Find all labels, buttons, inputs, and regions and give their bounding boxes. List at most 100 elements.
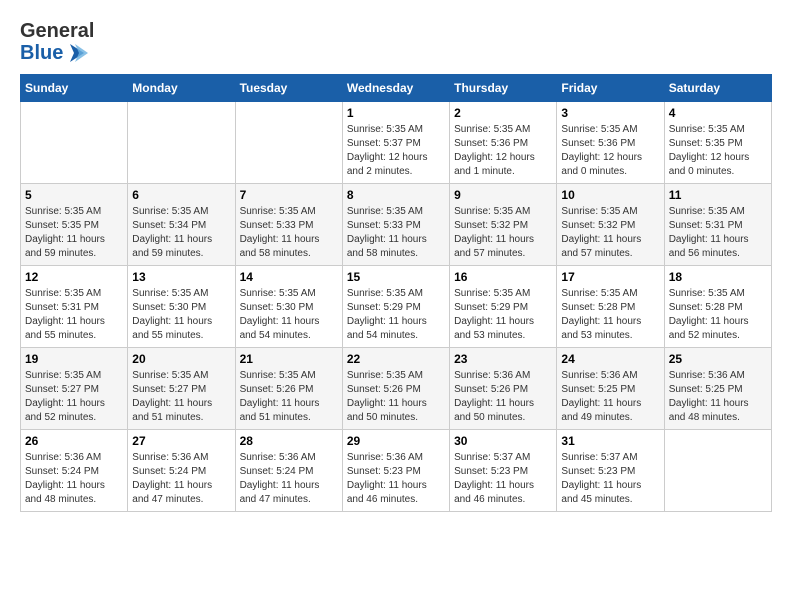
day-info: Sunrise: 5:37 AM Sunset: 5:23 PM Dayligh… <box>561 451 659 507</box>
day-number: 11 <box>669 188 767 202</box>
calendar-header-row: SundayMondayTuesdayWednesdayThursdayFrid… <box>21 75 772 102</box>
day-number: 28 <box>240 434 338 448</box>
calendar-cell <box>21 102 128 184</box>
page-header: General Blue <box>20 20 772 64</box>
calendar-cell: 30 Sunrise: 5:37 AM Sunset: 5:23 PM Dayli… <box>450 430 557 512</box>
calendar-cell: 21 Sunrise: 5:35 AM Sunset: 5:26 PM Dayli… <box>235 348 342 430</box>
logo-general: General <box>20 20 94 42</box>
calendar-cell: 14Sunrise: 5:35 AM Sunset: 5:30 PM Dayli… <box>235 266 342 348</box>
logo: General Blue <box>20 20 94 64</box>
calendar-week-row: 12 Sunrise: 5:35 AM Sunset: 5:31 PM Dayli… <box>21 266 772 348</box>
day-info: Sunrise: 5:36 AM Sunset: 5:26 PM Dayligh… <box>454 369 552 425</box>
calendar-cell: 24 Sunrise: 5:36 AM Sunset: 5:25 PM Dayli… <box>557 348 664 430</box>
calendar-cell: 12 Sunrise: 5:35 AM Sunset: 5:31 PM Dayli… <box>21 266 128 348</box>
calendar-cell <box>128 102 235 184</box>
day-info: Sunrise: 5:36 AM Sunset: 5:23 PM Dayligh… <box>347 451 445 507</box>
calendar-cell: 31 Sunrise: 5:37 AM Sunset: 5:23 PM Dayli… <box>557 430 664 512</box>
weekday-header: Monday <box>128 75 235 102</box>
day-number: 25 <box>669 352 767 366</box>
day-number: 30 <box>454 434 552 448</box>
day-info: Sunrise: 5:35 AM Sunset: 5:28 PM Dayligh… <box>561 287 659 343</box>
calendar-cell: 28 Sunrise: 5:36 AM Sunset: 5:24 PM Dayli… <box>235 430 342 512</box>
logo-text: General Blue <box>20 20 94 64</box>
day-number: 14 <box>240 270 338 284</box>
calendar-week-row: 26 Sunrise: 5:36 AM Sunset: 5:24 PM Dayli… <box>21 430 772 512</box>
day-info: Sunrise: 5:35 AM Sunset: 5:29 PM Dayligh… <box>454 287 552 343</box>
calendar-cell: 6Sunrise: 5:35 AM Sunset: 5:34 PM Daylig… <box>128 184 235 266</box>
day-info: Sunrise: 5:35 AM Sunset: 5:32 PM Dayligh… <box>454 205 552 261</box>
day-number: 1 <box>347 106 445 120</box>
day-info: Sunrise: 5:35 AM Sunset: 5:37 PM Dayligh… <box>347 123 445 179</box>
day-number: 12 <box>25 270 123 284</box>
calendar-cell: 25 Sunrise: 5:36 AM Sunset: 5:25 PM Dayli… <box>664 348 771 430</box>
calendar-cell: 11 Sunrise: 5:35 AM Sunset: 5:31 PM Dayli… <box>664 184 771 266</box>
day-number: 7 <box>240 188 338 202</box>
calendar-cell: 23 Sunrise: 5:36 AM Sunset: 5:26 PM Dayli… <box>450 348 557 430</box>
weekday-header: Thursday <box>450 75 557 102</box>
day-number: 17 <box>561 270 659 284</box>
day-number: 9 <box>454 188 552 202</box>
day-info: Sunrise: 5:36 AM Sunset: 5:25 PM Dayligh… <box>561 369 659 425</box>
day-info: Sunrise: 5:35 AM Sunset: 5:31 PM Dayligh… <box>669 205 767 261</box>
day-info: Sunrise: 5:35 AM Sunset: 5:30 PM Dayligh… <box>132 287 230 343</box>
calendar-cell: 4Sunrise: 5:35 AM Sunset: 5:35 PM Daylig… <box>664 102 771 184</box>
day-number: 26 <box>25 434 123 448</box>
calendar-cell: 5 Sunrise: 5:35 AM Sunset: 5:35 PM Daylig… <box>21 184 128 266</box>
day-info: Sunrise: 5:36 AM Sunset: 5:24 PM Dayligh… <box>25 451 123 507</box>
calendar-cell: 10Sunrise: 5:35 AM Sunset: 5:32 PM Dayli… <box>557 184 664 266</box>
day-number: 5 <box>25 188 123 202</box>
day-number: 24 <box>561 352 659 366</box>
calendar-cell: 15 Sunrise: 5:35 AM Sunset: 5:29 PM Dayli… <box>342 266 449 348</box>
calendar-cell: 16 Sunrise: 5:35 AM Sunset: 5:29 PM Dayli… <box>450 266 557 348</box>
calendar-cell: 18 Sunrise: 5:35 AM Sunset: 5:28 PM Dayli… <box>664 266 771 348</box>
day-number: 23 <box>454 352 552 366</box>
calendar-cell: 17 Sunrise: 5:35 AM Sunset: 5:28 PM Dayli… <box>557 266 664 348</box>
logo: General Blue <box>20 20 94 64</box>
day-number: 16 <box>454 270 552 284</box>
logo-chevron-icon <box>66 42 88 64</box>
day-info: Sunrise: 5:35 AM Sunset: 5:31 PM Dayligh… <box>25 287 123 343</box>
calendar-table: SundayMondayTuesdayWednesdayThursdayFrid… <box>20 74 772 512</box>
weekday-header: Wednesday <box>342 75 449 102</box>
calendar-cell: 9 Sunrise: 5:35 AM Sunset: 5:32 PM Daylig… <box>450 184 557 266</box>
calendar-cell: 22 Sunrise: 5:35 AM Sunset: 5:26 PM Dayli… <box>342 348 449 430</box>
day-number: 22 <box>347 352 445 366</box>
day-info: Sunrise: 5:35 AM Sunset: 5:34 PM Dayligh… <box>132 205 230 261</box>
calendar-cell: 7 Sunrise: 5:35 AM Sunset: 5:33 PM Daylig… <box>235 184 342 266</box>
day-info: Sunrise: 5:35 AM Sunset: 5:36 PM Dayligh… <box>561 123 659 179</box>
day-info: Sunrise: 5:36 AM Sunset: 5:24 PM Dayligh… <box>132 451 230 507</box>
day-info: Sunrise: 5:36 AM Sunset: 5:24 PM Dayligh… <box>240 451 338 507</box>
day-number: 19 <box>25 352 123 366</box>
day-info: Sunrise: 5:35 AM Sunset: 5:33 PM Dayligh… <box>240 205 338 261</box>
calendar-cell: 29 Sunrise: 5:36 AM Sunset: 5:23 PM Dayli… <box>342 430 449 512</box>
day-info: Sunrise: 5:35 AM Sunset: 5:32 PM Dayligh… <box>561 205 659 261</box>
day-info: Sunrise: 5:37 AM Sunset: 5:23 PM Dayligh… <box>454 451 552 507</box>
day-info: Sunrise: 5:35 AM Sunset: 5:27 PM Dayligh… <box>132 369 230 425</box>
day-number: 29 <box>347 434 445 448</box>
day-number: 20 <box>132 352 230 366</box>
day-info: Sunrise: 5:35 AM Sunset: 5:29 PM Dayligh… <box>347 287 445 343</box>
day-info: Sunrise: 5:35 AM Sunset: 5:26 PM Dayligh… <box>347 369 445 425</box>
calendar-cell: 26 Sunrise: 5:36 AM Sunset: 5:24 PM Dayli… <box>21 430 128 512</box>
day-info: Sunrise: 5:35 AM Sunset: 5:36 PM Dayligh… <box>454 123 552 179</box>
calendar-cell: 2Sunrise: 5:35 AM Sunset: 5:36 PM Daylig… <box>450 102 557 184</box>
day-info: Sunrise: 5:35 AM Sunset: 5:26 PM Dayligh… <box>240 369 338 425</box>
day-number: 15 <box>347 270 445 284</box>
day-number: 31 <box>561 434 659 448</box>
day-info: Sunrise: 5:35 AM Sunset: 5:33 PM Dayligh… <box>347 205 445 261</box>
calendar-cell: 1 Sunrise: 5:35 AM Sunset: 5:37 PM Daylig… <box>342 102 449 184</box>
day-info: Sunrise: 5:35 AM Sunset: 5:35 PM Dayligh… <box>25 205 123 261</box>
day-number: 21 <box>240 352 338 366</box>
day-info: Sunrise: 5:36 AM Sunset: 5:25 PM Dayligh… <box>669 369 767 425</box>
day-info: Sunrise: 5:35 AM Sunset: 5:27 PM Dayligh… <box>25 369 123 425</box>
weekday-header: Saturday <box>664 75 771 102</box>
day-info: Sunrise: 5:35 AM Sunset: 5:28 PM Dayligh… <box>669 287 767 343</box>
calendar-week-row: 1 Sunrise: 5:35 AM Sunset: 5:37 PM Daylig… <box>21 102 772 184</box>
day-info: Sunrise: 5:35 AM Sunset: 5:35 PM Dayligh… <box>669 123 767 179</box>
calendar-cell: 19 Sunrise: 5:35 AM Sunset: 5:27 PM Dayli… <box>21 348 128 430</box>
weekday-header: Sunday <box>21 75 128 102</box>
calendar-cell: 20 Sunrise: 5:35 AM Sunset: 5:27 PM Dayli… <box>128 348 235 430</box>
day-number: 18 <box>669 270 767 284</box>
calendar-cell <box>235 102 342 184</box>
calendar-cell: 27Sunrise: 5:36 AM Sunset: 5:24 PM Dayli… <box>128 430 235 512</box>
